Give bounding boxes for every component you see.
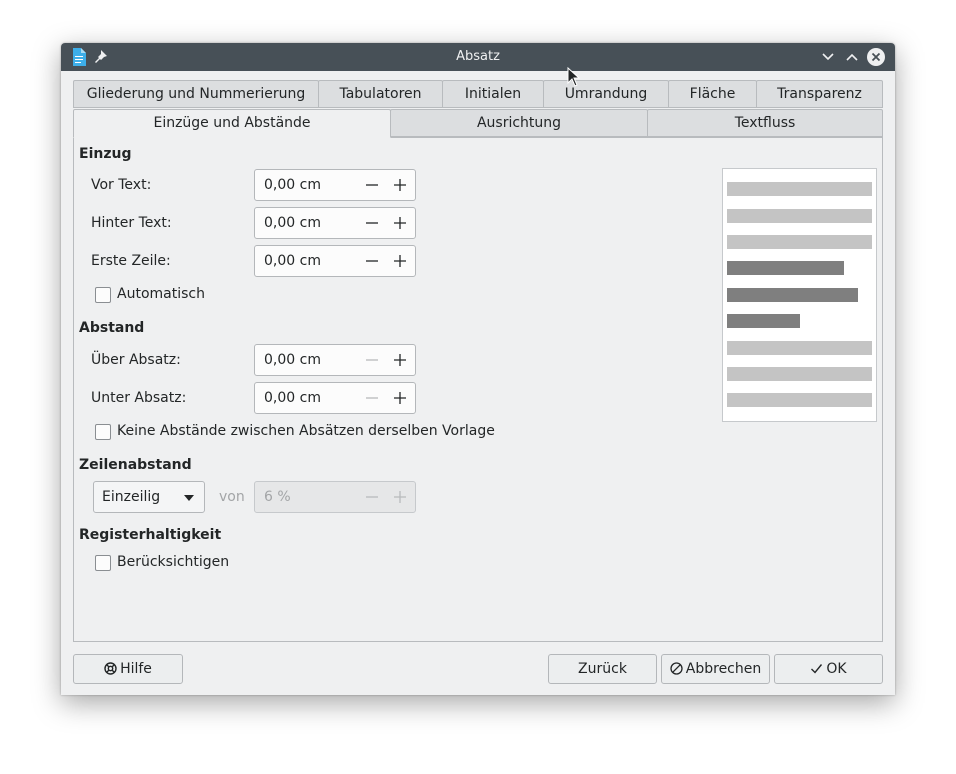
checkmark-icon	[811, 664, 823, 674]
help-lifebuoy-icon	[104, 662, 117, 675]
unter-absatz-spinbox[interactable]: 0,00 cm	[254, 382, 416, 414]
preview-line-current	[727, 261, 844, 275]
minus-icon[interactable]	[363, 176, 381, 194]
plus-icon[interactable]	[391, 176, 409, 194]
erste-zeile-spinbox[interactable]: 0,00 cm	[254, 245, 416, 277]
section-heading-zeilenabstand: Zeilenabstand	[79, 457, 192, 473]
help-button-label: Hilfe	[120, 661, 152, 677]
tab-ausrichtung[interactable]: Ausrichtung	[390, 109, 648, 137]
minus-icon	[366, 359, 378, 361]
minus-icon	[366, 397, 378, 399]
tab-initialen[interactable]: Initialen	[442, 80, 544, 108]
preview-line	[727, 393, 872, 407]
ueber-absatz-value: 0,00 cm	[264, 352, 321, 368]
ok-button[interactable]: OK	[774, 654, 883, 684]
tab-tabulatoren[interactable]: Tabulatoren	[318, 80, 443, 108]
minus-icon	[366, 496, 378, 498]
checkbox-box[interactable]	[95, 424, 111, 440]
help-button[interactable]: Hilfe	[73, 654, 183, 684]
unter-absatz-value: 0,00 cm	[264, 390, 321, 406]
automatisch-label: Automatisch	[117, 286, 205, 302]
plus-icon[interactable]	[391, 252, 409, 270]
tab-transparenz[interactable]: Transparenz	[756, 80, 883, 108]
reset-button[interactable]: Zurück	[548, 654, 657, 684]
reset-button-label: Zurück	[578, 661, 627, 677]
cancel-button[interactable]: Abbrechen	[661, 654, 770, 684]
hinter-text-label: Hinter Text:	[91, 215, 172, 231]
preview-line	[727, 209, 872, 223]
window-title: Absatz	[456, 49, 500, 64]
tab-umrandung[interactable]: Umrandung	[543, 80, 669, 108]
title-bar[interactable]: Absatz	[61, 43, 895, 71]
vor-text-value: 0,00 cm	[264, 177, 321, 193]
von-label: von	[219, 489, 245, 505]
tab-einzuege-und-abstaende[interactable]: Einzüge und Abstände	[73, 109, 391, 138]
tab-gliederung[interactable]: Gliederung und Nummerierung	[73, 80, 319, 108]
unter-absatz-label: Unter Absatz:	[91, 390, 187, 406]
cancel-icon	[670, 662, 683, 675]
paragraph-preview	[722, 168, 877, 422]
ueber-absatz-spinbox[interactable]: 0,00 cm	[254, 344, 416, 376]
vor-text-spinbox[interactable]: 0,00 cm	[254, 169, 416, 201]
plus-icon[interactable]	[391, 389, 409, 407]
minus-icon[interactable]	[363, 252, 381, 270]
line-spacing-dropdown[interactable]: Einzeilig	[93, 481, 205, 513]
erste-zeile-value: 0,00 cm	[264, 253, 321, 269]
cancel-button-label: Abbrechen	[685, 661, 762, 677]
plus-icon[interactable]	[391, 351, 409, 369]
paragraph-dialog: Absatz Gliederung und Nummerierung Tabul…	[61, 43, 895, 695]
beruecksichtigen-label: Berücksichtigen	[117, 554, 230, 570]
maximize-button[interactable]	[843, 48, 861, 66]
dropdown-arrow-icon	[184, 495, 194, 501]
section-heading-einzug: Einzug	[79, 146, 132, 162]
hinter-text-spinbox[interactable]: 0,00 cm	[254, 207, 416, 239]
ueber-absatz-label: Über Absatz:	[91, 352, 181, 368]
preview-line	[727, 341, 872, 355]
preview-line	[727, 182, 872, 196]
section-heading-registerhaltigkeit: Registerhaltigkeit	[79, 527, 222, 543]
line-spacing-value: Einzeilig	[102, 489, 161, 505]
vor-text-label: Vor Text:	[91, 177, 152, 193]
tab-textfluss[interactable]: Textfluss	[647, 109, 883, 137]
line-spacing-percent: 6 %	[264, 489, 291, 505]
preview-line-current	[727, 288, 858, 302]
line-spacing-value-spinbox: 6 %	[254, 481, 416, 513]
tab-flaeche[interactable]: Fläche	[668, 80, 757, 108]
preview-line-current	[727, 314, 800, 328]
minimize-button[interactable]	[819, 48, 837, 66]
erste-zeile-label: Erste Zeile:	[91, 253, 171, 269]
checkbox-box[interactable]	[95, 555, 111, 571]
hinter-text-value: 0,00 cm	[264, 215, 321, 231]
preview-line	[727, 235, 872, 249]
ok-button-label: OK	[826, 661, 847, 677]
keine-abstaende-label: Keine Abstände zwischen Absätzen derselb…	[117, 423, 495, 439]
section-heading-abstand: Abstand	[79, 320, 145, 336]
close-button[interactable]	[867, 48, 885, 66]
checkbox-box[interactable]	[95, 287, 111, 303]
minus-icon[interactable]	[363, 214, 381, 232]
mouse-cursor-icon	[567, 67, 581, 87]
plus-icon	[394, 491, 406, 503]
plus-icon[interactable]	[391, 214, 409, 232]
preview-line	[727, 367, 872, 381]
